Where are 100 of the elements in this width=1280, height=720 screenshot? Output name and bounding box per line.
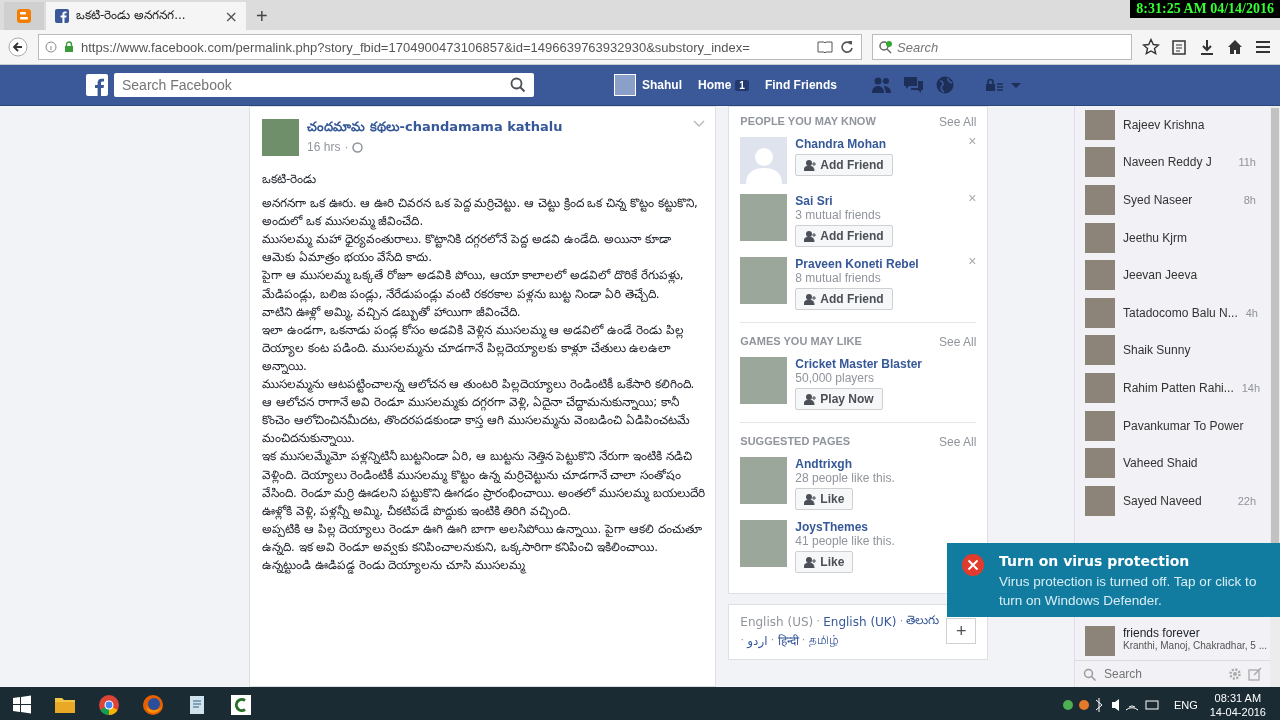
photo-placeholder [1085,626,1115,656]
blogger-icon [16,8,32,24]
post-paragraph: ఇక ముసలమ్మేమో పళ్లన్నిటినీ బుట్టనిండా ఏరి, ఆ బుట్టను నెత్తిన పెట్టుకొని నేరుగా ఇంటికి నడిచి వెళ్లింది. దెయ్యాలు రెండింటికీ ముసలమ్మ కొట్టం ఉన్న మర్రిచెట్టును చూడగానే చాలా సంతోషం వేసింది. రెండూ మర్రి ఊడలని పట్టుకొని ఊగడం ప్రారంభించాయి. అంతలో ముసలమ్మ బయలుదేరి ఊళ్లోకి వెళ్లి, పళ్లన్నీ అమ్మి, చీకటిపడే పొద్దుకు ఇంటికి తిరిగి వచ్చింది. [262,448,706,520]
photo-placeholder[interactable] [740,357,788,404]
suggestion-name[interactable]: JoysThemes [795,520,895,534]
language-link[interactable]: हिन्दी [777,632,799,649]
input-language[interactable]: ENG [1173,698,1198,711]
profile-link[interactable]: Shahul [642,78,682,92]
suggestion-name[interactable]: Cricket Master Blaster [795,357,923,371]
chat-contact[interactable]: Vaheed Shaid [1075,444,1270,482]
chat-contact[interactable]: Pavankumar To Power [1075,406,1270,445]
pinned-tab[interactable] [4,2,44,30]
suggestion-name[interactable]: Andtrixgh [795,457,895,471]
chat-contact[interactable]: Jeevan Jeeva [1075,256,1270,294]
facebook-search-field[interactable]: Search Facebook [114,73,534,97]
taskbar-clock[interactable]: 08:31 AM 14-04-2016 [1209,690,1266,719]
compose-icon[interactable] [1248,667,1262,681]
settings-icon[interactable] [1228,667,1242,681]
language-link[interactable]: తెలుగు [906,613,940,630]
reader-view-icon[interactable] [817,39,833,55]
nav-link[interactable]: Find Friends [764,78,837,92]
action-icon [804,293,817,305]
suggestion-info: 41 people like this. [795,534,895,548]
privacy-lock-icon[interactable] [984,77,1003,93]
browser-search-field[interactable]: Search [872,34,1132,60]
reload-icon[interactable] [839,39,855,55]
action-button[interactable]: Add Friend [795,154,893,176]
notification-count: 1 [735,79,749,91]
chat-contact[interactable]: Naveen Reddy J 11h [1075,143,1270,182]
chrome-icon[interactable] [98,693,120,716]
notification-toast[interactable]: Turn on virus protection Virus protection is turned off. Tap or click to turn on Windows Defender. [947,543,1280,617]
action-button[interactable]: Add Friend [795,225,893,247]
action-button[interactable]: Add Friend [795,288,893,310]
chat-contact[interactable]: Jeethu Kjrm [1075,218,1270,257]
separator-dot: · [770,632,775,648]
user-avatar[interactable] [614,74,636,96]
error-icon [961,553,985,577]
photo-placeholder[interactable] [262,119,300,156]
group-conversation[interactable]: friends forever Kranthi, Manoj, Chakradhar, 5 ... [1075,622,1270,660]
browser-tab[interactable]: ఒకటి-రెండు అనగనగ... × [46,2,246,30]
photo-placeholder[interactable] [740,457,788,504]
firefox-icon[interactable] [142,693,164,716]
chat-contact[interactable]: Shaik Sunny [1075,331,1270,370]
separator-dot: · [740,632,745,648]
recorder-icon[interactable] [230,693,252,716]
caret-icon[interactable] [1010,81,1021,89]
separator-dot: · [816,613,821,629]
clipboard-icon[interactable] [1170,38,1188,56]
post-paragraph: వాటిని ఊళ్లో అమ్మి, వచ్చిన డబ్బుతో హాయిగా జీవించేది. [262,303,522,321]
chat-contact[interactable]: Rahim Patten Rahi... 14h [1075,369,1270,407]
facebook-logo-icon[interactable] [86,74,108,96]
menu-icon[interactable] [1254,38,1272,56]
photo-placeholder[interactable] [740,257,788,304]
language-link[interactable]: اردو [747,632,768,649]
more-languages-button[interactable]: + [946,618,977,644]
post-paragraph: అప్పటికి ఆ పిల్ల దెయ్యాలు రెండూ ఊగి ఊగి బాగా అలసిపోయి ఉన్నాయి. పైగా ఆకలి దంచుతూ ఉన్నది. ఇక అవి రెండూ అవ్వకు కనిపించాలనుకుని, ఒక్కసారిగా కనిపించి ఇకిలించాయి. [262,520,703,556]
friends-icon[interactable] [870,75,893,95]
page-name-link[interactable]: చందమామ కథలు-chandamama kathalu [307,119,563,137]
language-link[interactable]: English (UK) [823,613,897,630]
photo-placeholder[interactable] [740,520,788,567]
chat-search-field[interactable]: Search [1102,666,1222,682]
action-icon [804,556,817,568]
lock-icon [63,41,75,53]
post-paragraph: పైగా ఆ ముసలమ్మ ఒక్కతే రోజూ అడవికి పోయి, ఆయా కాలాలలో అడవిలో దొరికే రేగుపళ్లు, మేడిపండ్లు, బలిజ పండ్లు, నేరేడుపండ్లు వంటి రకరకాల పళ్లను బుట్ట నిండా ఏరి తెచ్చేది. [262,267,685,303]
download-icon[interactable] [1198,38,1216,56]
suggestion-info: 3 mutual friends [795,208,882,222]
language-link[interactable]: தமிழ் [808,632,839,649]
address-bar[interactable]: https://www.facebook.com/permalink.php?story_fbid=1704900473106857&id=1496639763932930&substory_index= [38,34,862,60]
chat-contact[interactable]: Tatadocomo Balu N... 4h [1075,293,1270,332]
suggestion-name[interactable]: Praveen Koneti Rebel [795,257,919,271]
suggestion-name[interactable]: Chandra Mohan [795,137,893,151]
photo-placeholder [1085,297,1115,328]
action-icon [804,159,817,171]
search-icon[interactable] [510,77,526,93]
photo-placeholder [1085,448,1115,479]
chat-contact[interactable]: Sayed Naveed 22h [1075,481,1270,520]
messages-icon[interactable] [902,75,925,95]
post-paragraph: ముసలమ్మను ఆటపట్టించాలన్న ఆలోచన ఆ తుంటరి పిల్లదెయ్యాలు రెండింటికీ ఒకేసారి కలిగింది. ఆ ఆలోచన రాగానే అవి రెండూ ముసలమ్మకు దగ్గరగా వెళ్లి, ఏదైనా చేద్దామనుకున్నాయి; కానీ కొంచెం ఆలోచించినమీదట, తొందరపడకుండా కాస్త ఆగి ముసలమ్మను వెంబడించి ఏడిపించటమే మంచిదనుకున్నాయి. [262,376,696,448]
star-icon[interactable] [1142,38,1160,56]
back-icon[interactable] [8,37,28,57]
action-button[interactable]: Play Now [795,388,883,410]
action-button[interactable]: Like [795,488,854,510]
action-icon [804,230,817,242]
info-icon [45,41,57,53]
nav-link[interactable]: Home 1 [698,78,749,92]
home-icon[interactable] [1226,38,1244,56]
suggestion-info: 28 people like this. [795,471,895,485]
facebook-icon [54,8,70,24]
windows-icon[interactable] [12,694,32,715]
post-paragraph: ముసలమ్మ మహా ధైర్యవంతురాలు. కొట్టానికి దగ్గరలోనే పెద్ద అడవి ఉండేది. అయినా కూడా ఆమెకు ఏమాత్రం భయం వేసేది కాదు. [262,231,672,267]
action-button[interactable]: Like [795,551,854,573]
photo-placeholder[interactable] [740,194,788,241]
chat-contact[interactable]: Syed Naseer 8h [1075,181,1270,219]
post-title: ఒకటి-రెండు [262,171,318,188]
new-tab-button[interactable]: + [248,2,276,30]
chevron-icon[interactable] [693,119,706,128]
photo-placeholder [1085,185,1115,215]
section-heading: GAMES YOU MAY LIKE [740,335,862,349]
chat-contact[interactable]: Rajeev Krishna [1075,106,1270,144]
suggestion-name[interactable]: Sai Sri [795,194,893,208]
